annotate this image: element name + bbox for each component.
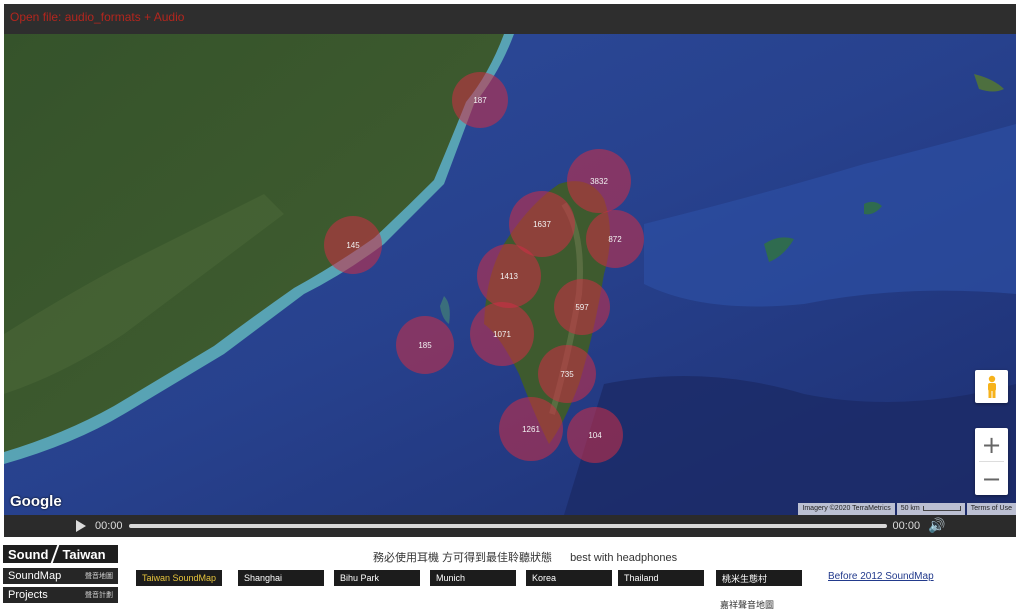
progress-bar[interactable] [128,524,887,528]
cluster-count: 1261 [522,424,540,434]
cluster-count: 735 [560,369,574,379]
scale-bar [922,505,961,511]
terms-link[interactable]: Terms of Use [966,503,1016,515]
zoom-in-button[interactable]: + [975,428,1008,461]
headphones-notice-zh: 務必使用耳機 方可得到最佳聆聽狀態 [373,552,553,564]
street-view-pegman-button[interactable] [975,370,1008,403]
projects-label: Projects [8,589,48,601]
cluster-marker[interactable]: 185 [396,316,454,374]
play-icon[interactable] [76,520,86,532]
cluster-count: 104 [588,430,602,440]
tab-shanghai[interactable]: Shanghai [238,570,324,586]
total-time: 00:00 [892,520,921,532]
cluster-count: 3832 [590,176,608,186]
before-2012-soundmap-link[interactable]: Before 2012 SoundMap [828,571,934,582]
imagery-credit: Imagery ©2020 TerraMetrics [798,503,895,515]
soundmap-label: SoundMap [8,570,62,582]
pegman-icon [987,375,996,398]
cluster-marker[interactable]: 1413 [477,244,541,308]
projects-sublabel: 聲音計劃 [85,592,113,599]
cluster-count: 1071 [493,329,511,339]
soundmap-sublabel: 聲音地圖 [85,573,113,580]
scale-label: 50 km [900,505,920,512]
tab-korea[interactable]: Korea [526,570,612,586]
cluster-count: 597 [575,302,589,312]
zoom-control: + − [975,428,1008,495]
headphones-notice-en: best with headphones [570,552,678,564]
current-time: 00:00 [95,520,123,532]
map-view[interactable]: 187 145 185 3832 1637 872 1413 597 1071 … [4,34,1016,515]
tab-thailand[interactable]: Thailand [618,570,704,586]
site-logo[interactable]: Sound Taiwan [3,543,118,565]
tab-taiwan-soundmap[interactable]: Taiwan SoundMap [136,570,222,586]
volume-icon[interactable]: 🔊 [928,518,945,534]
cluster-count: 1413 [500,271,518,281]
map-attribution: Imagery ©2020 TerraMetrics 50 km Terms o… [796,503,1016,515]
cluster-marker[interactable]: 1071 [470,302,534,366]
cluster-count: 872 [608,234,622,244]
cluster-count: 145 [346,240,360,250]
cluster-marker[interactable]: 597 [554,279,610,335]
logo-text-sound: Sound [8,546,49,562]
logo-text-taiwan: Taiwan [62,546,106,562]
cluster-count: 1637 [533,219,551,229]
tab-munich[interactable]: Munich [430,570,516,586]
cluster-count: 187 [473,95,487,105]
status-text: Open file: audio_formats + Audio [10,10,185,24]
logo-slash [50,543,61,565]
tab-bihu-park[interactable]: Bihu Park [334,570,420,586]
google-logo: Google [10,493,62,510]
cluster-count: 185 [418,340,432,350]
soundmap-button[interactable]: SoundMap 聲音地圖 [3,568,118,584]
scale-indicator[interactable]: 50 km [896,503,965,515]
audio-player: 00:00 00:00 🔊 [4,515,1016,537]
cluster-marker[interactable]: 735 [538,345,596,403]
headphones-notice: 務必使用耳機 方可得到最佳聆聽狀態 best with headphones [373,549,677,565]
projects-button[interactable]: Projects 聲音計劃 [3,587,118,603]
cluster-marker[interactable]: 145 [324,216,382,274]
top-bar: Open file: audio_formats + Audio [4,4,1016,34]
cluster-marker[interactable]: 3832 [567,149,631,213]
cluster-marker[interactable]: 104 [567,407,623,463]
cluster-marker[interactable]: 872 [586,210,644,268]
tab-taomi-eco-village[interactable]: 桃米生態村 [716,570,802,586]
cluster-marker[interactable]: 187 [452,72,508,128]
cluster-marker[interactable]: 1261 [499,397,563,461]
zoom-out-button[interactable]: − [975,462,1008,495]
